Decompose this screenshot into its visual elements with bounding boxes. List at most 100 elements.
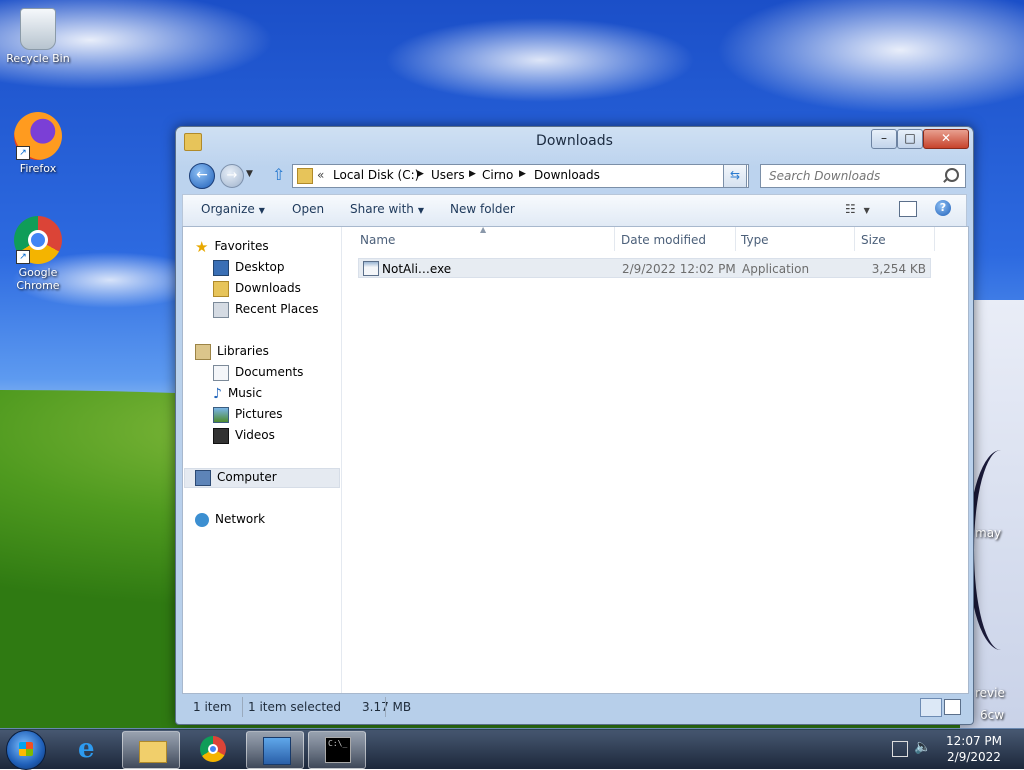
file-type: Application [742, 262, 810, 276]
refresh-icon: ⇆ [729, 168, 741, 182]
nav-label: Favorites [214, 239, 269, 253]
chrome-icon: ↗ [14, 216, 62, 264]
nav-libraries[interactable]: Libraries [195, 341, 269, 361]
sort-ascending-icon: ▲ [480, 225, 487, 234]
shortcut-arrow-icon: ↗ [16, 146, 30, 160]
share-with-label: Share with [350, 202, 414, 216]
column-divider[interactable] [854, 227, 855, 251]
view-list-icon: ☷ [845, 202, 856, 216]
column-divider[interactable] [614, 227, 615, 251]
taskbar: e C:\_ 🔈 12:07 PM 2/9/2022 [0, 728, 1024, 770]
nav-label: Network [215, 512, 266, 526]
breadcrumb-cirno[interactable]: Cirno [482, 168, 513, 182]
maximize-button[interactable]: □ [897, 129, 923, 149]
nav-item-desktop[interactable]: Desktop [213, 257, 285, 277]
recent-pages-dropdown[interactable]: ▼ [246, 169, 258, 181]
status-item-count: 1 item [193, 700, 232, 714]
search-box[interactable] [760, 164, 966, 188]
minimize-button[interactable]: – [871, 129, 897, 149]
downloads-folder-icon [213, 280, 229, 297]
address-bar[interactable]: « Local Disk (C:) ▶ Users ▶ Cirno ▶ Down… [292, 164, 749, 188]
nav-label: Libraries [217, 344, 269, 358]
breadcrumb-separator[interactable]: ▶ [469, 169, 476, 179]
desktop-icon-firefox[interactable]: ↗ Firefox [0, 112, 76, 175]
organize-button[interactable]: Organize ▼ [201, 202, 265, 216]
refresh-button[interactable]: ⇆ [723, 164, 747, 188]
network-icon [195, 512, 209, 527]
videos-icon [213, 427, 229, 444]
desktop-icon-chrome[interactable]: ↗ Google Chrome [0, 216, 76, 292]
back-button[interactable]: ← [189, 163, 215, 189]
caret-down-icon: ▼ [863, 206, 870, 215]
share-with-button[interactable]: Share with ▼ [350, 202, 424, 216]
desktop-icon-label: Google Chrome [16, 266, 60, 292]
nav-label: Videos [235, 428, 275, 442]
column-header-date-modified[interactable]: Date modified [621, 233, 706, 247]
nav-label: Downloads [235, 281, 301, 295]
column-divider[interactable] [735, 227, 736, 251]
folder-icon [297, 168, 313, 184]
column-header-type[interactable]: Type [741, 233, 769, 247]
nav-network[interactable]: Network [195, 509, 265, 529]
file-size: 3,254 KB [871, 262, 926, 276]
file-date-modified: 2/9/2022 12:02 PM [622, 262, 736, 276]
wallpaper-text: may [975, 526, 1002, 540]
file-name[interactable]: NotAli…exe [382, 262, 451, 276]
nav-favorites[interactable]: ★ Favorites [195, 236, 269, 256]
nav-item-documents[interactable]: Documents [213, 362, 303, 382]
breadcrumb-downloads[interactable]: Downloads [534, 168, 600, 182]
column-header-name[interactable]: Name [360, 233, 395, 247]
breadcrumb-separator[interactable]: ▶ [519, 169, 526, 179]
volume-tray-icon[interactable]: 🔈 [914, 739, 931, 755]
taskbar-windows-explorer[interactable] [122, 731, 180, 769]
nav-label: Pictures [235, 407, 283, 421]
breadcrumb-users[interactable]: Users [431, 168, 465, 182]
taskbar-remote-desktop[interactable] [246, 731, 304, 769]
breadcrumb-local-disk[interactable]: Local Disk (C:) [333, 168, 419, 182]
preview-pane-button[interactable] [899, 201, 917, 217]
breadcrumb-overflow[interactable]: « [317, 168, 324, 182]
close-button[interactable]: ✕ [923, 129, 969, 149]
arrow-left-icon: ← [196, 167, 208, 183]
change-view-button[interactable]: ☷ ▼ [845, 202, 881, 218]
taskbar-command-prompt[interactable]: C:\_ [308, 731, 366, 769]
up-one-level-button[interactable]: ⇧ [272, 167, 288, 183]
taskbar-chrome[interactable] [184, 731, 240, 767]
pictures-icon [213, 406, 229, 423]
details-view-button[interactable] [920, 698, 942, 717]
file-row[interactable]: NotAli…exe 2/9/2022 12:02 PM Application… [358, 258, 931, 278]
nav-item-videos[interactable]: Videos [213, 425, 275, 445]
title-bar[interactable]: Downloads – □ ✕ [176, 127, 973, 157]
remote-desktop-icon [263, 737, 291, 765]
system-clock[interactable]: 12:07 PM 2/9/2022 [942, 733, 1006, 765]
column-header-size[interactable]: Size [861, 233, 886, 247]
start-button[interactable] [6, 730, 46, 770]
nav-item-recent-places[interactable]: Recent Places [213, 299, 318, 319]
clock-time: 12:07 PM [946, 734, 1002, 748]
nav-computer[interactable]: Computer [195, 467, 277, 487]
star-icon: ★ [195, 237, 209, 256]
help-icon[interactable]: ? [935, 200, 951, 216]
column-divider[interactable] [934, 227, 935, 251]
nav-item-pictures[interactable]: Pictures [213, 404, 283, 424]
network-tray-icon[interactable] [892, 741, 908, 757]
desktop-icon-label: Firefox [19, 162, 57, 175]
new-folder-button[interactable]: New folder [450, 202, 515, 216]
nav-label: Documents [235, 365, 304, 379]
navigation-pane[interactable]: ★ Favorites Desktop Downloads Recent Plac… [183, 227, 342, 693]
breadcrumb-separator[interactable]: ▶ [417, 169, 424, 179]
nav-item-music[interactable]: ♪ Music [213, 383, 262, 403]
forward-button[interactable]: → [220, 164, 244, 188]
open-button[interactable]: Open [292, 202, 324, 216]
application-icon [363, 261, 379, 276]
internet-explorer-icon: e [78, 734, 95, 764]
large-icons-view-button[interactable] [944, 699, 961, 715]
taskbar-internet-explorer[interactable]: e [62, 731, 118, 767]
search-input[interactable] [767, 168, 941, 184]
nav-item-downloads[interactable]: Downloads [213, 278, 301, 298]
nav-label: Music [227, 386, 263, 400]
wallpaper-text: revie [975, 686, 1005, 700]
window-title: Downloads [536, 133, 613, 149]
desktop-icon-recycle-bin[interactable]: Recycle Bin [0, 8, 76, 65]
search-icon[interactable] [945, 168, 959, 182]
